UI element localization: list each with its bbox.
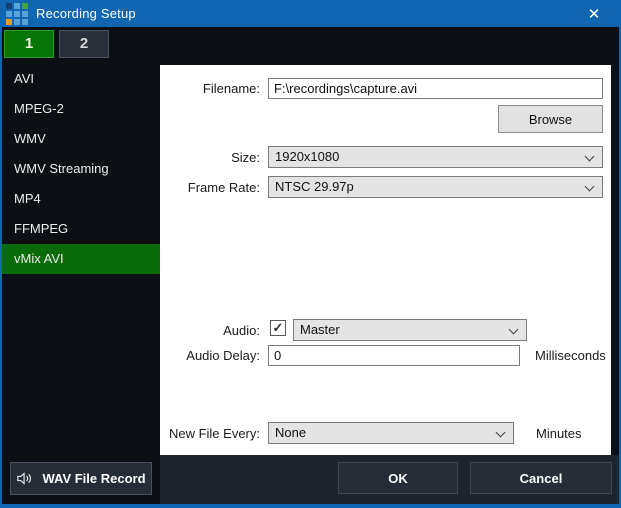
sidebar-item-mpeg2[interactable]: MPEG-2 (2, 94, 160, 124)
new-file-every-value: None (275, 425, 307, 440)
speaker-icon (17, 472, 32, 485)
audio-source-select[interactable]: Master (293, 319, 527, 341)
sidebar-item-ffmpeg[interactable]: FFMPEG (2, 214, 160, 244)
close-icon[interactable]: ✕ (579, 0, 609, 27)
vmix-logo-icon (6, 2, 28, 25)
frame-rate-label: Frame Rate: (187, 180, 260, 195)
sidebar-item-wmv-streaming[interactable]: WMV Streaming (2, 154, 160, 184)
recording-setup-dialog: Recording Setup ✕ 1 2 AVI MPEG-2 WMV WMV… (0, 0, 621, 508)
sidebar-item-vmix-avi[interactable]: vMix AVI (2, 244, 160, 274)
filename-label: Filename: (202, 81, 260, 96)
audio-delay-label: Audio Delay: (186, 348, 260, 363)
chevron-down-icon (495, 427, 506, 438)
dialog-content: 1 2 AVI MPEG-2 WMV WMV Streaming MP4 FFM… (2, 27, 619, 504)
filename-input[interactable] (268, 78, 603, 99)
page-tabs: 1 2 (4, 30, 109, 58)
audio-label: Audio: (223, 323, 260, 338)
cancel-button[interactable]: Cancel (470, 462, 612, 494)
audio-source-value: Master (300, 322, 340, 337)
size-select[interactable]: 1920x1080 (268, 146, 603, 168)
chevron-down-icon (584, 181, 595, 192)
titlebar: Recording Setup ✕ (2, 0, 619, 27)
window-title: Recording Setup (36, 6, 136, 21)
audio-checkbox[interactable]: ✓ (270, 320, 286, 336)
frame-rate-value: NTSC 29.97p (275, 179, 354, 194)
new-file-every-select[interactable]: None (268, 422, 514, 444)
milliseconds-label: Milliseconds (535, 348, 606, 363)
sidebar-item-mp4[interactable]: MP4 (2, 184, 160, 214)
chevron-down-icon (584, 151, 595, 162)
wav-file-record-label: WAV File Record (42, 471, 146, 486)
sidebar-item-wmv[interactable]: WMV (2, 124, 160, 154)
size-value: 1920x1080 (275, 149, 340, 164)
audio-delay-input[interactable] (268, 345, 520, 366)
format-list: AVI MPEG-2 WMV WMV Streaming MP4 FFMPEG … (2, 64, 160, 274)
new-file-every-label: New File Every: (168, 426, 260, 441)
browse-button[interactable]: Browse (498, 105, 603, 133)
tab-1[interactable]: 1 (4, 30, 54, 58)
minutes-label: Minutes (536, 426, 582, 441)
tab-2[interactable]: 2 (59, 30, 109, 58)
dialog-footer: OK Cancel (160, 455, 619, 504)
ok-button[interactable]: OK (338, 462, 458, 494)
settings-panel: Filename: Browse Size: 1920x1080 Frame R… (160, 65, 611, 455)
size-label: Size: (231, 150, 260, 165)
wav-file-record-button[interactable]: WAV File Record (10, 462, 152, 495)
sidebar-item-avi[interactable]: AVI (2, 64, 160, 94)
frame-rate-select[interactable]: NTSC 29.97p (268, 176, 603, 198)
chevron-down-icon (508, 324, 519, 335)
